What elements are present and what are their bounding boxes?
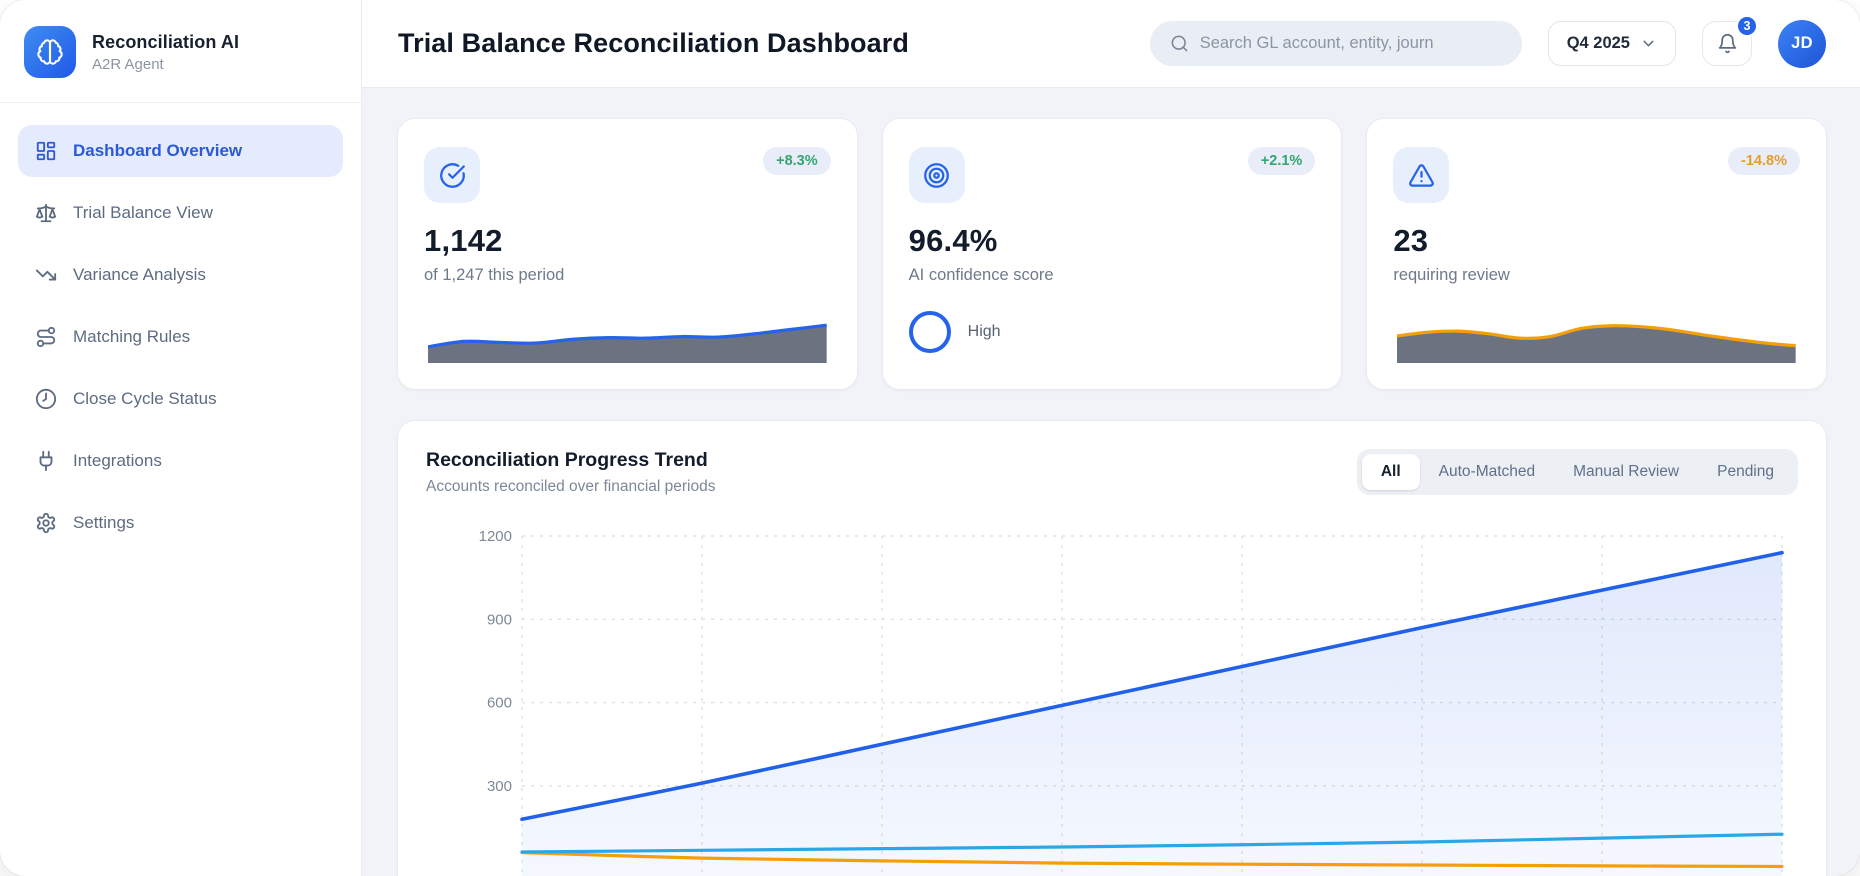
trend-badge: +2.1% bbox=[1247, 147, 1316, 175]
tab-manual-review[interactable]: Manual Review bbox=[1554, 454, 1698, 490]
progress-trend-chart: 1200 900 600 300 bbox=[426, 522, 1798, 876]
sidebar-item-label: Dashboard Overview bbox=[73, 141, 243, 160]
app-window: Reconciliation AI A2R Agent Dashboard Ov… bbox=[0, 0, 1860, 876]
stat-value: 1,142 bbox=[424, 223, 503, 258]
tab-pending[interactable]: Pending bbox=[1698, 454, 1793, 490]
sidebar: Reconciliation AI A2R Agent Dashboard Ov… bbox=[0, 0, 362, 876]
period-label: Q4 2025 bbox=[1566, 34, 1630, 52]
notification-badge: 3 bbox=[1736, 15, 1758, 37]
stat-card-review: -14.8% 23 requiring review bbox=[1366, 118, 1827, 390]
svg-text:600: 600 bbox=[487, 695, 512, 712]
svg-text:300: 300 bbox=[487, 778, 512, 795]
review-sparkline bbox=[1397, 309, 1796, 363]
search-input[interactable] bbox=[1199, 34, 1502, 53]
sidebar-nav: Dashboard Overview Trial Balance View Va… bbox=[0, 103, 361, 549]
tab-auto-matched[interactable]: Auto-Matched bbox=[1420, 454, 1555, 490]
trend-badge: +8.3% bbox=[763, 147, 831, 175]
sidebar-item-label: Variance Analysis bbox=[73, 265, 206, 284]
stat-card-reconciled: +8.3% 1,142 of 1,247 this period bbox=[397, 118, 858, 390]
brand: Reconciliation AI A2R Agent bbox=[0, 0, 361, 103]
svg-text:1200: 1200 bbox=[479, 528, 512, 545]
sidebar-item-label: Matching Rules bbox=[73, 327, 191, 346]
bell-icon bbox=[1718, 33, 1736, 54]
circle-check-icon bbox=[439, 162, 465, 188]
page-title: Trial Balance Reconciliation Dashboard bbox=[398, 28, 909, 58]
trend-badge: -14.8% bbox=[1728, 147, 1800, 175]
sidebar-item-label: Close Cycle Status bbox=[73, 389, 217, 408]
avatar[interactable]: JD bbox=[1778, 19, 1826, 68]
brand-logo bbox=[24, 26, 76, 78]
sidebar-item-dashboard-overview[interactable]: Dashboard Overview bbox=[18, 125, 343, 177]
brain-icon bbox=[37, 39, 63, 65]
sidebar-item-settings[interactable]: Settings bbox=[18, 497, 343, 549]
stat-card-confidence: +2.1% 96.4% AI confidence score High bbox=[881, 118, 1343, 390]
alert-triangle-icon bbox=[1408, 163, 1434, 187]
stat-label: AI confidence score bbox=[908, 266, 1054, 284]
brand-subtitle: A2R Agent bbox=[92, 55, 164, 73]
sidebar-item-variance-analysis[interactable]: Variance Analysis bbox=[18, 249, 343, 301]
content: +8.3% 1,142 of 1,247 this period +2.1% 9… bbox=[362, 88, 1860, 876]
layout-dashboard-icon bbox=[36, 141, 56, 161]
gear-icon bbox=[36, 512, 56, 534]
stat-label: of 1,247 this period bbox=[424, 266, 565, 284]
search-icon bbox=[1171, 35, 1188, 52]
stat-label: requiring review bbox=[1393, 266, 1510, 284]
chart-title: Reconciliation Progress Trend bbox=[426, 449, 708, 471]
chart-subtitle: Accounts reconciled over financial perio… bbox=[426, 478, 716, 495]
sidebar-item-integrations[interactable]: Integrations bbox=[18, 435, 343, 487]
clock-icon bbox=[35, 388, 57, 410]
notifications-button[interactable]: 3 bbox=[1702, 15, 1758, 66]
brand-title: Reconciliation AI bbox=[92, 31, 240, 52]
target-icon bbox=[924, 162, 950, 188]
plug-icon bbox=[39, 450, 53, 472]
search-box bbox=[1149, 21, 1522, 66]
main-area: Trial Balance Reconciliation Dashboard Q… bbox=[362, 0, 1860, 876]
sidebar-item-trial-balance-view[interactable]: Trial Balance View bbox=[18, 187, 343, 239]
reconciled-sparkline bbox=[428, 309, 827, 363]
route-icon bbox=[36, 326, 56, 348]
confidence-ring bbox=[908, 311, 951, 353]
trend-chart-card: Reconciliation Progress Trend Accounts r… bbox=[397, 420, 1827, 876]
trending-down-icon bbox=[35, 269, 57, 281]
sidebar-item-close-cycle-status[interactable]: Close Cycle Status bbox=[18, 373, 343, 425]
period-select[interactable]: Q4 2025 bbox=[1547, 21, 1676, 66]
svg-text:900: 900 bbox=[487, 611, 512, 628]
sidebar-item-label: Integrations bbox=[73, 451, 162, 470]
sidebar-item-label: Trial Balance View bbox=[73, 203, 213, 222]
confidence-ring-label: High bbox=[967, 323, 1001, 340]
sidebar-item-label: Settings bbox=[73, 513, 135, 532]
stat-value: 23 bbox=[1393, 223, 1429, 258]
sidebar-item-matching-rules[interactable]: Matching Rules bbox=[18, 311, 343, 363]
scale-icon bbox=[35, 203, 57, 223]
chart-filter-tabs: All Auto-Matched Manual Review Pending bbox=[1356, 449, 1798, 495]
stat-value: 96.4% bbox=[908, 223, 998, 258]
chevron-down-icon bbox=[1643, 40, 1654, 47]
header: Trial Balance Reconciliation Dashboard Q… bbox=[362, 0, 1860, 88]
tab-all[interactable]: All bbox=[1361, 454, 1420, 490]
